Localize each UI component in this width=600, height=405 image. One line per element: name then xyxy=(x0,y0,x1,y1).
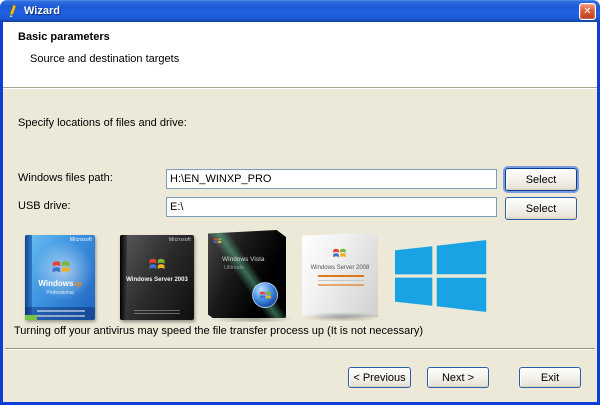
window-title: Wizard xyxy=(24,5,579,17)
select-windows-files-button[interactable]: Select xyxy=(505,168,577,191)
windows-server-2008-box: Windows Server 2008 xyxy=(298,233,386,321)
vista-orb-icon xyxy=(252,282,278,308)
windows-xp-box: Microsoft Windowsxp Professional xyxy=(25,235,95,320)
microsoft-brand-text: Microsoft xyxy=(70,237,92,243)
previous-button[interactable]: < Previous xyxy=(348,367,411,388)
windows-files-path-input[interactable] xyxy=(166,169,497,189)
xp-box-title: Windows xyxy=(38,279,73,288)
xp-box-edition: xp xyxy=(73,281,81,288)
vista-box-title: Windows Vista xyxy=(222,256,265,263)
titlebar[interactable]: Wizard ✕ xyxy=(0,0,600,22)
windows-8-logo xyxy=(395,240,487,312)
wizard-window: Wizard ✕ Basic parameters Source and des… xyxy=(0,0,600,405)
wizard-header: Basic parameters Source and destination … xyxy=(3,22,597,88)
windows-vista-box: Windows Vista Ultimate xyxy=(208,230,294,322)
page-subtitle: Source and destination targets xyxy=(30,53,179,65)
close-button[interactable]: ✕ xyxy=(579,3,596,20)
windows-server-2003-box: Microsoft Windows Server 2003 xyxy=(120,235,194,320)
windows-8-flag-icon xyxy=(395,240,487,312)
exit-button[interactable]: Exit xyxy=(519,367,581,388)
windows-files-path-label: Windows files path: xyxy=(18,172,113,184)
usb-drive-label: USB drive: xyxy=(18,200,71,212)
instruction-text: Specify locations of files and drive: xyxy=(18,117,187,129)
server2003-box-title: Windows Server 2003 xyxy=(120,277,194,283)
dialog-content: Basic parameters Source and destination … xyxy=(0,22,600,405)
microsoft-brand-text: Microsoft xyxy=(169,237,191,243)
footer-separator xyxy=(5,348,595,350)
windows-flag-icon xyxy=(332,247,347,263)
windows-flag-icon xyxy=(213,236,222,248)
select-usb-drive-button[interactable]: Select xyxy=(505,197,577,220)
server2008-box-title: Windows Server 2008 xyxy=(302,265,378,271)
usb-drive-input[interactable] xyxy=(166,197,497,217)
antivirus-note: Turning off your antivirus may speed the… xyxy=(14,325,423,337)
vista-box-subtitle: Ultimate xyxy=(224,265,244,271)
xp-box-subtitle: Professional xyxy=(25,290,95,296)
close-icon: ✕ xyxy=(583,6,591,17)
wizard-pencil-icon xyxy=(6,4,19,18)
next-button[interactable]: Next > xyxy=(427,367,489,388)
windows-flag-icon xyxy=(51,259,71,279)
windows-flag-icon xyxy=(148,257,166,275)
page-title: Basic parameters xyxy=(18,31,110,43)
